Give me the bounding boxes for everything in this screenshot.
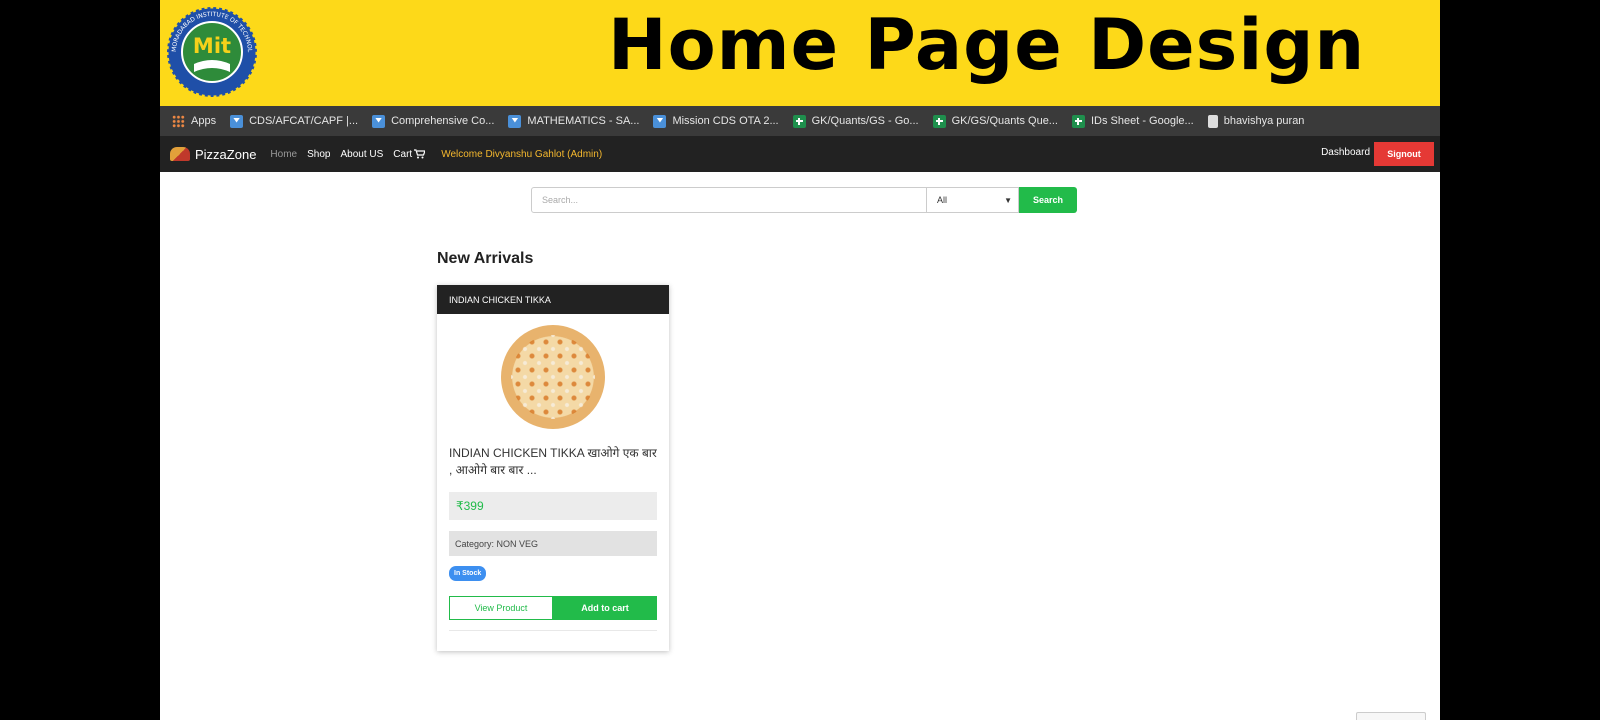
bookmarks-bar: Apps CDS/AFCAT/CAPF |... Comprehensive C…	[160, 106, 1440, 136]
category-select[interactable]: All ▼	[927, 187, 1019, 213]
apps-grid-icon	[172, 114, 185, 128]
nav-about[interactable]: About US	[340, 149, 383, 160]
banner-title: Home Page Design	[608, 4, 1366, 86]
site-navbar: PizzaZone Home Shop About US Cart Welcom…	[160, 136, 1440, 172]
title-banner: Mit MORADABAD INSTITUTE OF TECHNOLOGY Ho…	[160, 0, 1440, 106]
bookmark-item[interactable]: Comprehensive Co...	[372, 114, 494, 128]
category-select-value: All	[937, 195, 948, 205]
nav-shop[interactable]: Shop	[307, 149, 330, 160]
sheets-icon	[932, 114, 946, 128]
chevron-down-icon: ▼	[1004, 195, 1012, 205]
forms-icon	[230, 114, 244, 128]
nav-dashboard[interactable]: Dashboard	[1321, 147, 1370, 158]
bookmark-item[interactable]: GK/GS/Quants Que...	[932, 114, 1058, 128]
product-category: Category: NON VEG	[449, 531, 657, 556]
bookmark-apps[interactable]: Apps	[172, 114, 216, 128]
bookmark-item[interactable]: CDS/AFCAT/CAPF |...	[230, 114, 358, 128]
bookmark-item[interactable]: GK/Quants/GS - Go...	[792, 114, 919, 128]
stock-badge: In Stock	[449, 566, 487, 581]
welcome-message: Welcome Divyanshu Gahlot (Admin)	[441, 148, 603, 160]
bookmark-item[interactable]: bhavishya puran	[1207, 114, 1304, 128]
bookmark-item[interactable]: Mission CDS OTA 2...	[653, 114, 779, 128]
view-product-button[interactable]: View Product	[449, 596, 553, 620]
add-to-cart-button[interactable]: Add to cart	[553, 596, 657, 620]
nav-cart-label: Cart	[393, 148, 413, 160]
brand-link[interactable]: PizzaZone	[170, 147, 256, 162]
screenshot-frame: Mit MORADABAD INSTITUTE OF TECHNOLOGY Ho…	[160, 0, 1440, 720]
bookmark-item[interactable]: MATHEMATICS - SA...	[508, 114, 639, 128]
forms-icon	[653, 114, 667, 128]
product-card: INDIAN CHICKEN TIKKA INDIAN CHICKEN TIKK…	[437, 285, 669, 651]
product-card-header: INDIAN CHICKEN TIKKA	[437, 285, 669, 314]
search-bar: All ▼ Search	[531, 187, 1077, 213]
corner-widget[interactable]	[1356, 712, 1426, 720]
card-divider	[449, 630, 657, 631]
sheets-icon	[792, 114, 806, 128]
section-title: New Arrivals	[437, 250, 534, 267]
nav-home[interactable]: Home	[270, 149, 297, 160]
pizza-logo-icon	[170, 147, 190, 161]
forms-icon	[372, 114, 386, 128]
bookmark-item[interactable]: IDs Sheet - Google...	[1071, 114, 1194, 128]
document-icon	[1207, 114, 1218, 128]
product-image[interactable]	[501, 325, 605, 429]
search-button[interactable]: Search	[1019, 187, 1077, 213]
forms-icon	[508, 114, 522, 128]
svg-text:Mit: Mit	[193, 34, 231, 58]
product-price: ₹399	[449, 492, 657, 520]
nav-cart[interactable]: Cart	[393, 148, 426, 160]
search-input[interactable]	[531, 187, 927, 213]
product-description: INDIAN CHICKEN TIKKA खाओगे एक बार , आओगे…	[449, 446, 657, 477]
cart-icon	[414, 149, 426, 159]
signout-button[interactable]: Signout	[1374, 142, 1434, 166]
institute-logo: Mit MORADABAD INSTITUTE OF TECHNOLOGY	[166, 6, 258, 98]
sheets-icon	[1071, 114, 1085, 128]
brand-name: PizzaZone	[195, 146, 257, 162]
